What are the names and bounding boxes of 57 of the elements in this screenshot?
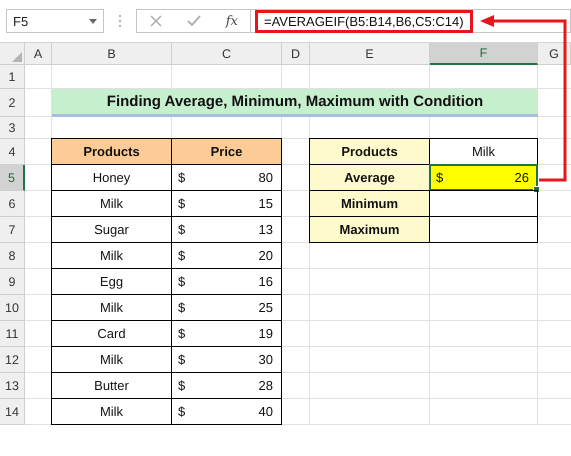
- currency-symbol: $: [178, 196, 186, 211]
- column-header: Products: [51, 138, 172, 165]
- dropdown-icon[interactable]: [89, 18, 97, 24]
- insert-function-button[interactable]: fx: [226, 14, 238, 28]
- column-heading[interactable]: B: [52, 43, 172, 65]
- price-value: 80: [258, 170, 273, 185]
- formula-text: =AVERAGEIF(B5:B14,B6,C5:C14): [255, 10, 473, 32]
- price-value: 25: [258, 300, 273, 315]
- formula-bar[interactable]: =AVERAGEIF(B5:B14,B6,C5:C14): [250, 9, 571, 33]
- column-heading[interactable]: E: [310, 43, 430, 65]
- row-heading[interactable]: 14: [0, 399, 25, 425]
- currency-symbol: $: [178, 326, 186, 341]
- row-heading[interactable]: 8: [0, 243, 25, 269]
- sheet-title: Finding Average, Minimum, Maximum with Condition: [52, 89, 538, 117]
- result-cell[interactable]: $ 26: [429, 164, 538, 191]
- row-heading[interactable]: 7: [0, 217, 25, 243]
- currency-symbol: $: [178, 300, 186, 315]
- row-heading[interactable]: 11: [0, 321, 25, 347]
- currency-symbol: $: [178, 248, 186, 263]
- check-icon[interactable]: [187, 14, 202, 28]
- column-heading[interactable]: C: [172, 43, 282, 65]
- row-heading[interactable]: 10: [0, 295, 25, 321]
- currency-symbol: $: [178, 404, 186, 419]
- row-heading[interactable]: 3: [0, 117, 25, 139]
- column-heading[interactable]: F: [430, 43, 538, 65]
- row-label: Maximum: [309, 216, 430, 243]
- price-value: 19: [258, 326, 273, 341]
- currency-symbol: $: [178, 274, 186, 289]
- price-value: 16: [258, 274, 273, 289]
- row-heading[interactable]: 1: [0, 65, 25, 89]
- row-heading[interactable]: 9: [0, 269, 25, 295]
- currency-symbol: $: [178, 352, 186, 367]
- row-heading[interactable]: 2: [0, 89, 25, 117]
- price-value: 13: [258, 222, 273, 237]
- table-cell: Milk: [51, 398, 172, 425]
- name-box[interactable]: F5: [6, 9, 104, 33]
- price-value: 28: [258, 378, 273, 393]
- row-heading[interactable]: 5: [0, 165, 25, 191]
- row-label: Minimum: [309, 190, 430, 217]
- row-label: Products: [309, 138, 430, 165]
- row-heading[interactable]: 4: [0, 139, 25, 165]
- price-value: 20: [258, 248, 273, 263]
- column-heading[interactable]: D: [282, 43, 310, 65]
- row-heading[interactable]: 13: [0, 373, 25, 399]
- currency-symbol: $: [178, 378, 186, 393]
- column-heading[interactable]: A: [25, 43, 52, 65]
- price-value: 15: [258, 196, 273, 211]
- currency-symbol: $: [178, 222, 186, 237]
- row-heading[interactable]: 6: [0, 191, 25, 217]
- currency-symbol: $: [178, 170, 186, 185]
- price-value: 40: [258, 404, 273, 419]
- row-heading[interactable]: 12: [0, 347, 25, 373]
- price-value: 30: [258, 352, 273, 367]
- row-label: Average: [309, 164, 430, 191]
- column-heading[interactable]: G: [538, 43, 571, 65]
- drag-handle-icon: [118, 14, 122, 28]
- column-header: Price: [171, 138, 282, 165]
